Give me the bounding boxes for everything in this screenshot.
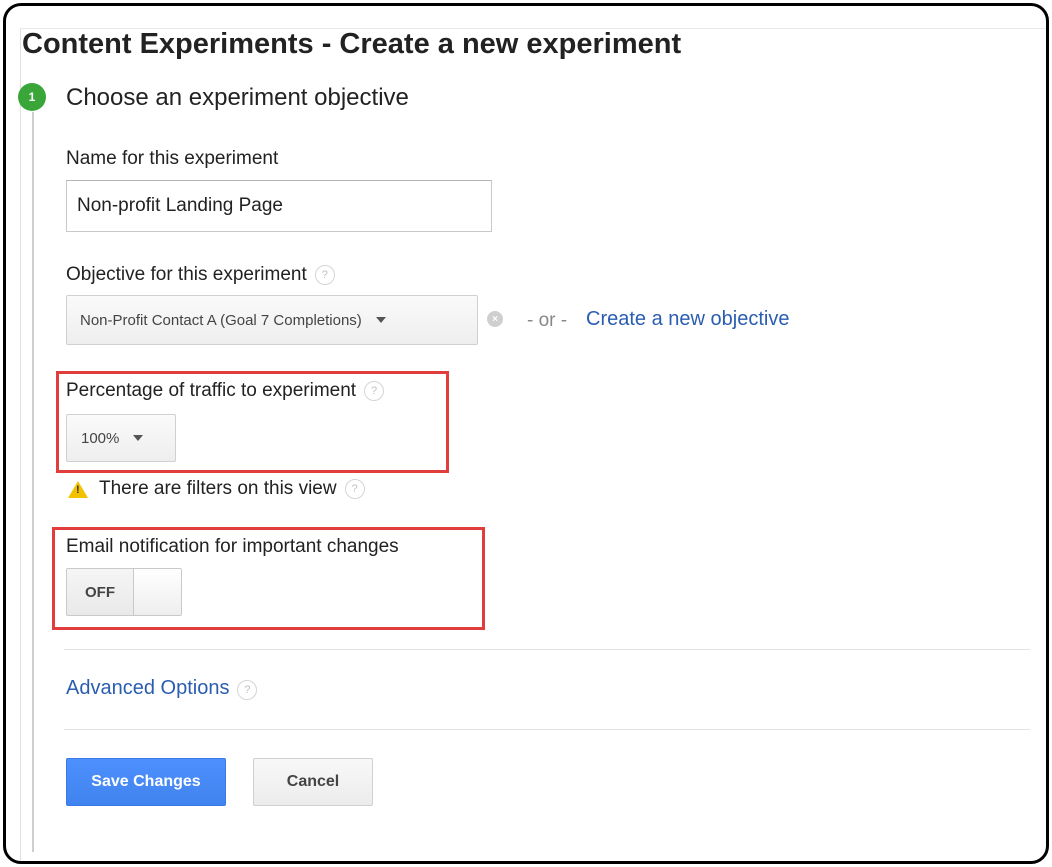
page-title: Content Experiments - Create a new exper… <box>22 28 682 60</box>
advanced-help-icon[interactable]: ? <box>237 679 258 700</box>
objective-label: Objective for this experiment <box>66 264 307 285</box>
warning-icon-mark: ! <box>76 484 80 496</box>
toggle-state-label: OFF <box>67 569 134 615</box>
traffic-help-icon[interactable]: ? <box>364 380 385 401</box>
section-divider-top <box>64 649 1030 650</box>
advanced-options-row: Advanced Options? <box>66 677 258 700</box>
chevron-down-icon <box>133 435 144 441</box>
cancel-button[interactable]: Cancel <box>253 758 373 806</box>
step-number-badge: 1 <box>18 83 46 111</box>
chevron-down-icon <box>375 317 386 323</box>
email-notification-label: Email notification for important changes <box>66 536 399 557</box>
advanced-options-link[interactable]: Advanced Options <box>66 677 229 699</box>
traffic-label: Percentage of traffic to experiment <box>66 380 357 401</box>
traffic-selected-value: 100% <box>81 429 120 447</box>
filter-warning-text: There are filters on this view <box>99 478 337 499</box>
step-title: Choose an experiment objective <box>66 84 409 111</box>
experiment-name-input[interactable] <box>66 180 492 232</box>
filter-help-icon[interactable]: ? <box>344 478 365 499</box>
traffic-percentage-select[interactable]: 100% <box>66 414 176 462</box>
create-new-objective-link[interactable]: Create a new objective <box>586 308 789 331</box>
objective-selected-value: Non-Profit Contact A (Goal 7 Completions… <box>80 311 362 329</box>
email-notification-toggle[interactable]: OFF <box>66 568 182 616</box>
traffic-label-row: Percentage of traffic to experiment? <box>66 380 385 402</box>
filter-warning-row: There are filters on this view? <box>99 478 365 500</box>
toggle-knob[interactable] <box>134 569 181 615</box>
save-changes-button[interactable]: Save Changes <box>66 758 226 806</box>
section-divider-bottom <box>64 729 1030 730</box>
clear-objective-icon[interactable]: × <box>487 311 503 327</box>
or-separator: - or - <box>527 310 568 331</box>
objective-help-icon[interactable]: ? <box>314 264 335 285</box>
objective-label-row: Objective for this experiment? <box>66 264 335 286</box>
experiment-name-label: Name for this experiment <box>66 148 279 169</box>
step-connector-line <box>32 112 34 852</box>
objective-select[interactable]: Non-Profit Contact A (Goal 7 Completions… <box>66 295 478 345</box>
